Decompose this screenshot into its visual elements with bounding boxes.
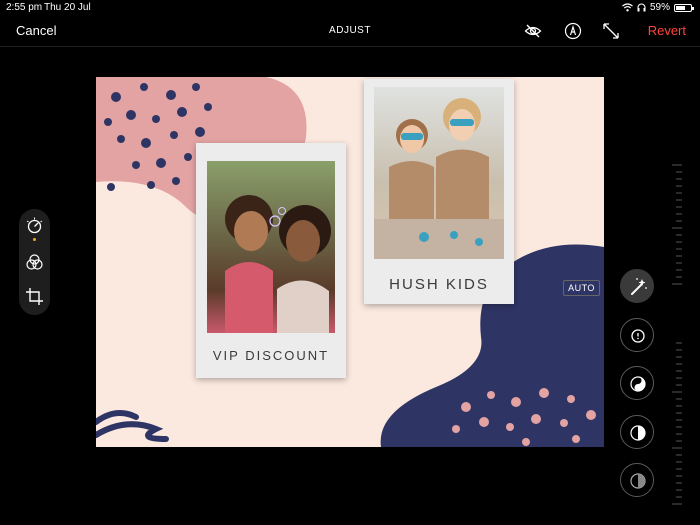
active-indicator-dot (33, 238, 36, 241)
resize-arrows-icon[interactable] (602, 22, 620, 40)
exposure-icon (631, 329, 645, 343)
shadows-icon (630, 473, 646, 489)
polaroid-caption: HUSH KIDS (389, 276, 489, 293)
polaroid-card: VIP DISCOUNT (196, 143, 346, 378)
adjustment-slider-ruler[interactable] (672, 163, 682, 513)
edit-mode-panel (19, 209, 50, 315)
revert-button[interactable]: Revert (648, 23, 686, 38)
image-canvas[interactable]: VIP DISCOUNT HUSH KIDS (96, 77, 604, 447)
adjust-dial-icon[interactable] (25, 217, 44, 236)
magic-wand-icon (631, 278, 647, 295)
highlights-button[interactable] (620, 415, 654, 449)
battery-icon (674, 3, 694, 12)
brilliance-button[interactable] (620, 366, 654, 400)
battery-percent: 59% (649, 2, 670, 13)
polaroid-caption: VIP DISCOUNT (212, 348, 330, 363)
auto-badge: AUTO (563, 280, 600, 296)
markup-pen-icon[interactable] (564, 22, 582, 40)
magic-wand-button[interactable] (620, 269, 654, 303)
status-time: 2:55 pm (6, 2, 43, 13)
status-bar: 2:55 pm Thu 20 Jul 59% (0, 0, 700, 14)
exposure-button[interactable] (620, 318, 654, 352)
shadows-button[interactable] (620, 463, 654, 497)
polaroid-card: HUSH KIDS (364, 79, 514, 304)
headphones-icon (637, 3, 646, 12)
top-toolbar: Cancel ADJUST Revert (0, 16, 700, 47)
status-right: 59% (622, 2, 694, 13)
eye-slash-icon[interactable] (524, 22, 542, 40)
photo-mother-daughter-bubbles (207, 161, 335, 333)
crop-rotate-icon[interactable] (25, 287, 44, 306)
page-title: ADJUST (329, 25, 371, 36)
wifi-icon (622, 3, 633, 12)
canvas-decorations (96, 77, 604, 447)
photo-kitchen-goggles (374, 87, 504, 259)
filters-icon[interactable] (25, 253, 44, 272)
highlights-icon (630, 425, 646, 441)
brilliance-icon (630, 376, 646, 392)
status-date: Thu 20 Jul (44, 2, 91, 13)
